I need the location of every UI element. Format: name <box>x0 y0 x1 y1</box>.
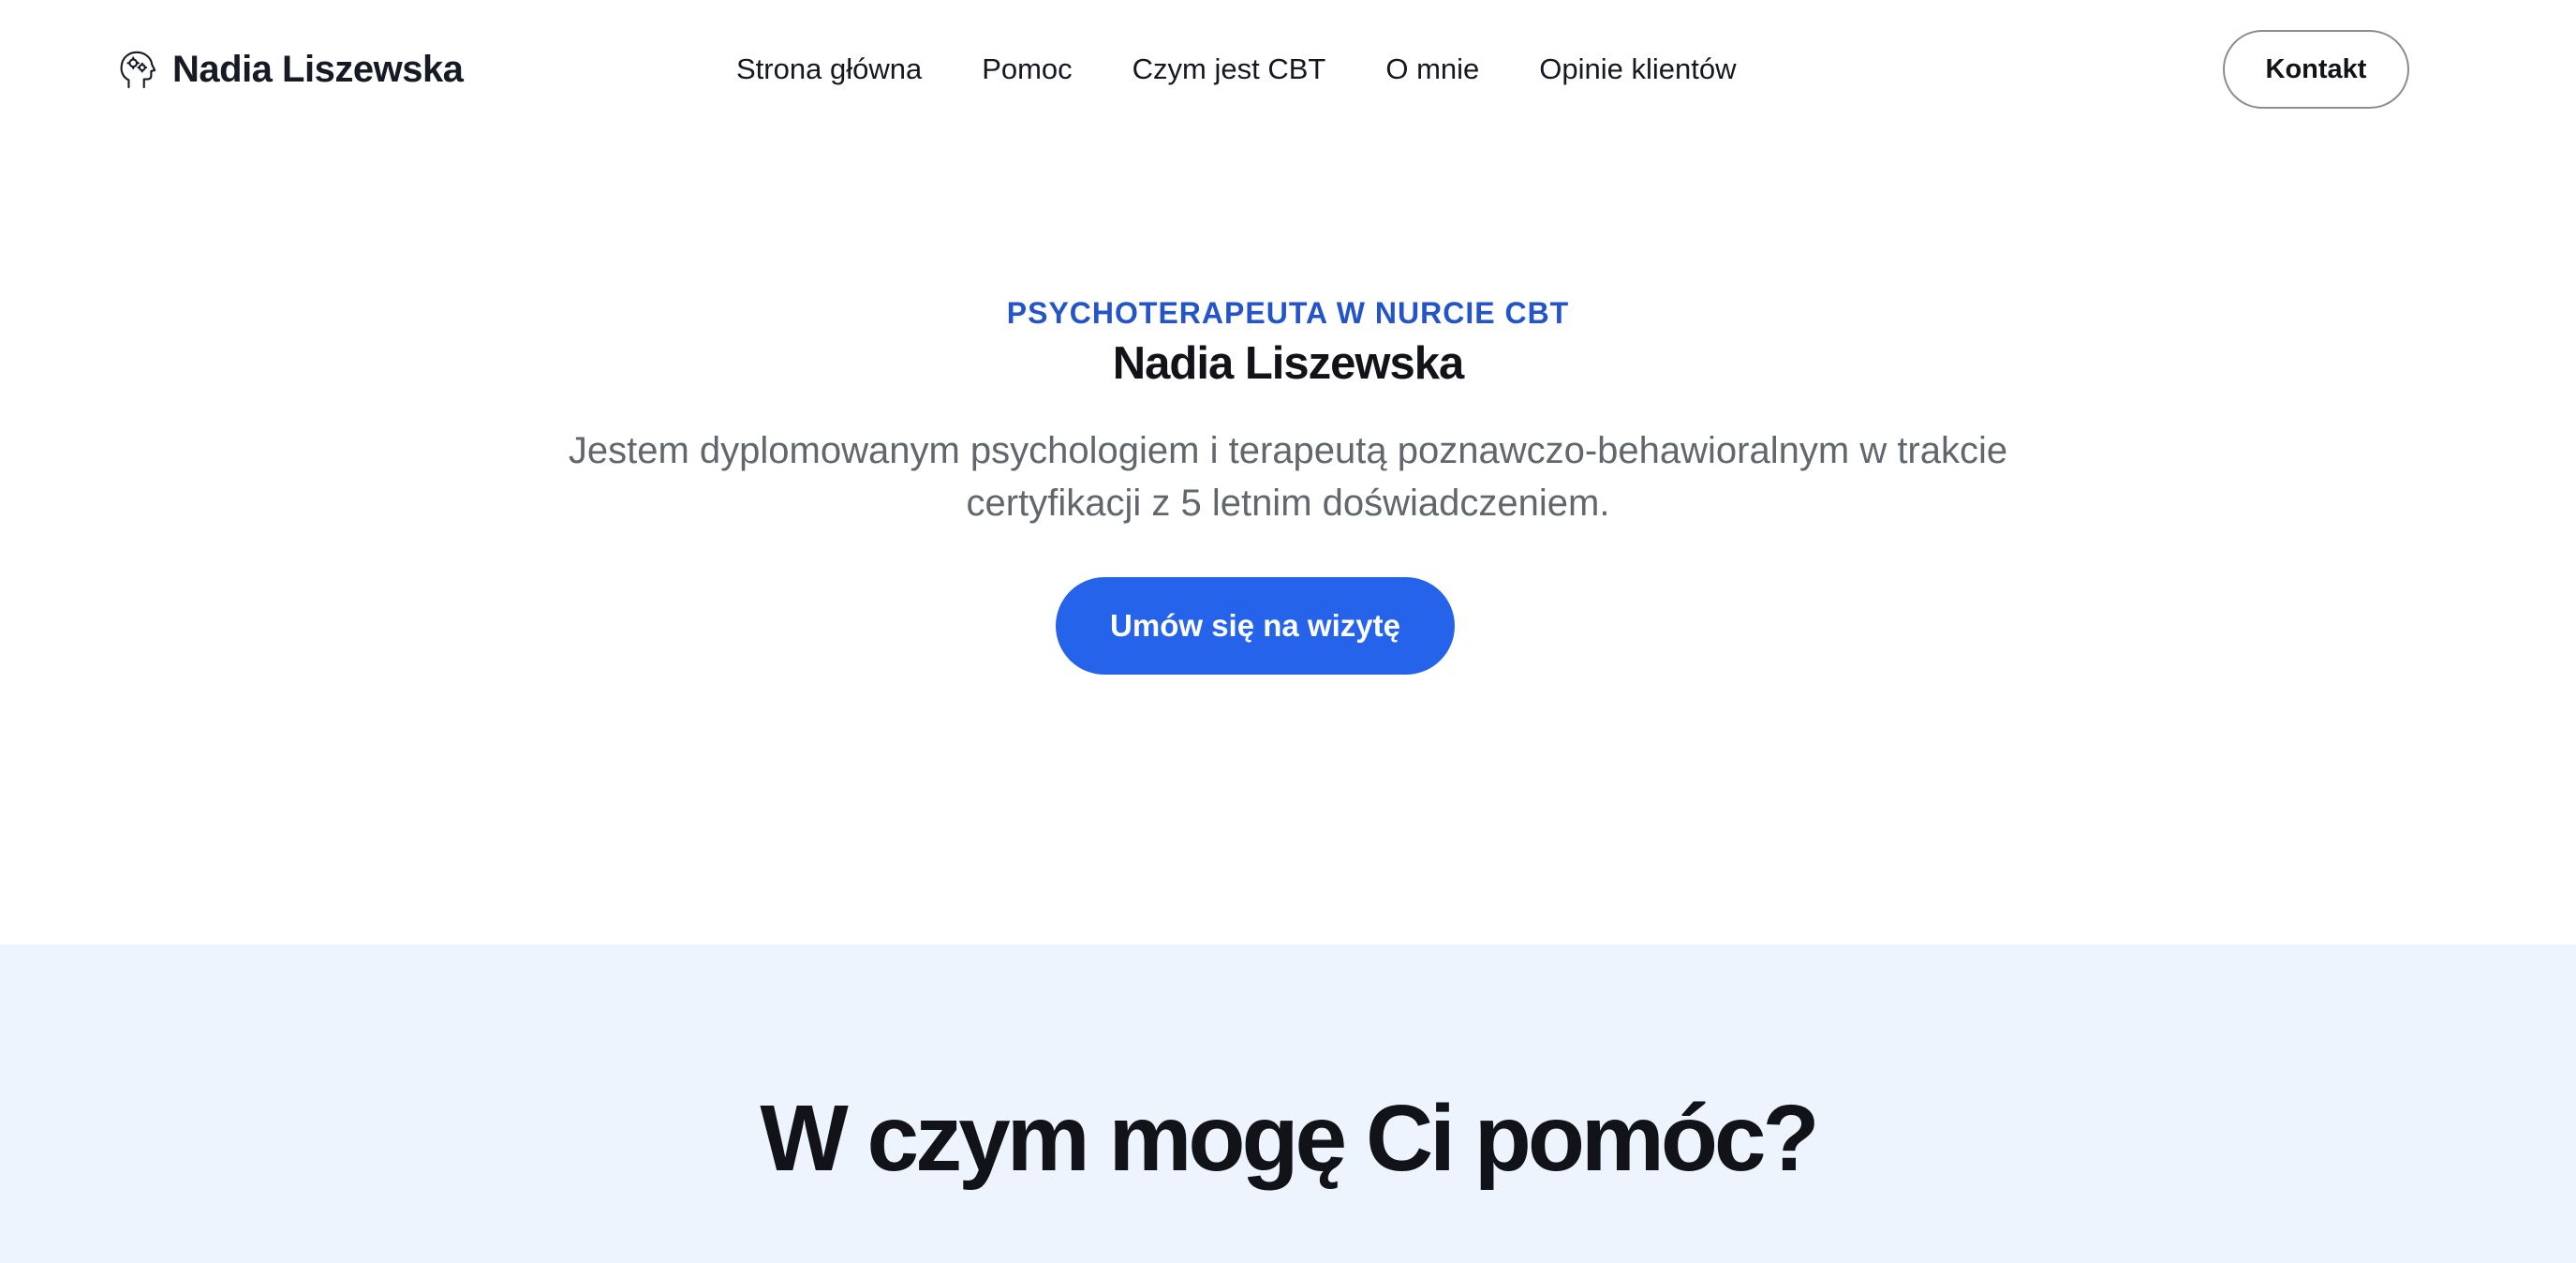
main-nav: Strona główna Pomoc Czym jest CBT O mnie… <box>736 47 1737 92</box>
book-appointment-button[interactable]: Umów się na wizytę <box>1056 577 1455 675</box>
contact-button[interactable]: Kontakt <box>2223 30 2409 109</box>
hero-section: PSYCHOTERAPEUTA W NURCIE CBT Nadia Lisze… <box>0 139 2576 944</box>
nav-item-client-reviews[interactable]: Opinie klientów <box>1539 52 1736 86</box>
brand-logo[interactable]: Nadia Liszewska <box>116 41 464 97</box>
help-section: W czym mogę Ci pomóc? <box>0 944 2576 1263</box>
head-brain-gears-icon <box>120 51 156 89</box>
site-header: Nadia Liszewska Strona główna Pomoc Czym… <box>0 0 2576 139</box>
nav-item-about-me[interactable]: O mnie <box>1385 52 1479 86</box>
hero-description: Jestem dyplomowanym psychologiem i terap… <box>568 430 2008 524</box>
nav-item-home[interactable]: Strona główna <box>736 52 922 86</box>
hero-title: Nadia Liszewska <box>1112 338 1464 389</box>
nav-item-what-is-cbt[interactable]: Czym jest CBT <box>1133 52 1326 86</box>
help-section-title: W czym mogę Ci pomóc? <box>760 1086 1819 1191</box>
hero-eyebrow: PSYCHOTERAPEUTA W NURCIE CBT <box>1006 296 1570 330</box>
brand-name: Nadia Liszewska <box>172 48 464 90</box>
nav-item-help[interactable]: Pomoc <box>982 52 1072 86</box>
